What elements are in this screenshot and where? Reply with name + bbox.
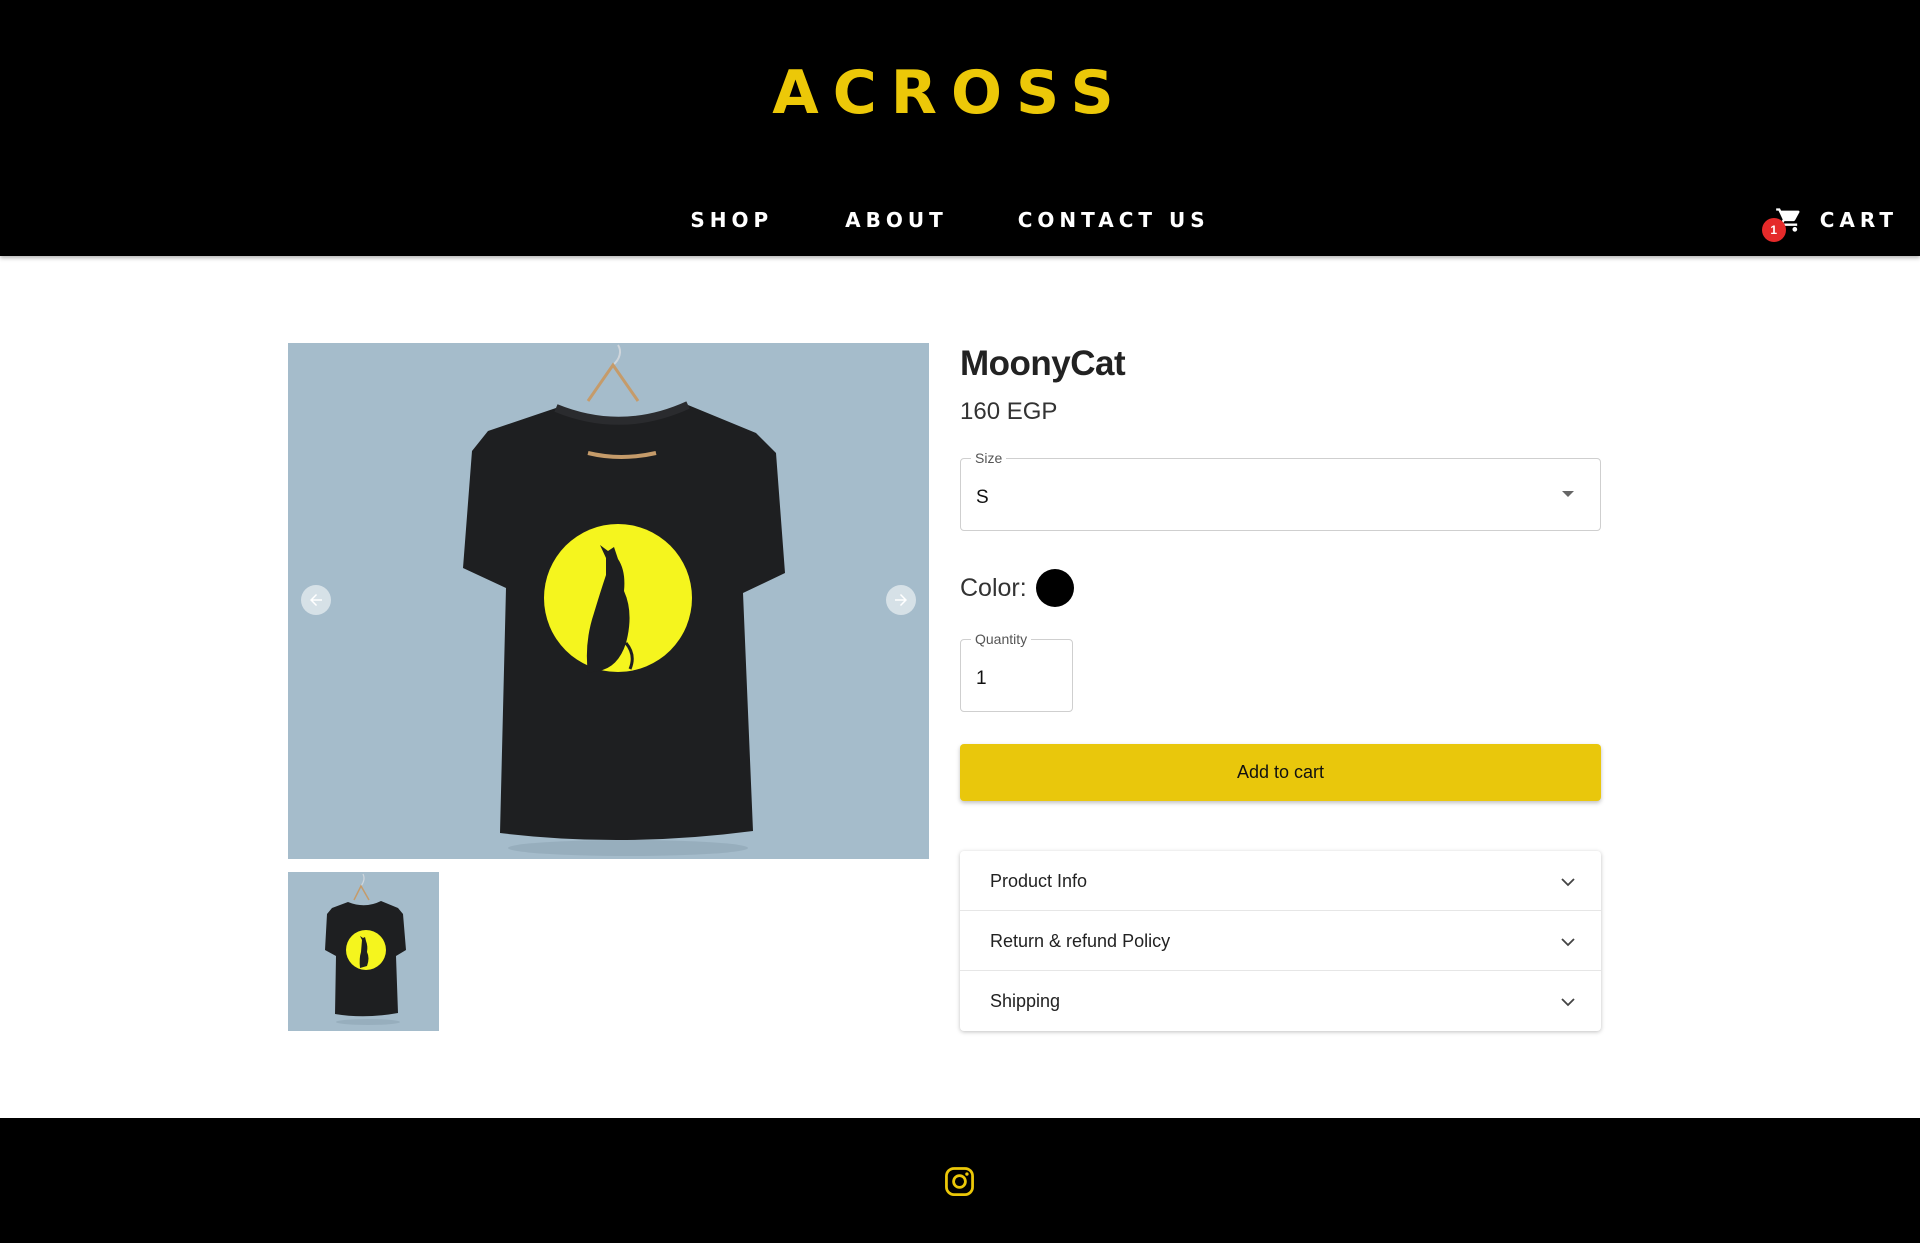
quantity-label: Quantity (971, 631, 1032, 647)
previous-image-button[interactable] (301, 585, 331, 615)
accordion-return-refund-policy[interactable]: Return & refund Policy (960, 911, 1601, 971)
product-title: MoonyCat (960, 344, 1126, 383)
accordion-label: Product Info (990, 871, 1088, 891)
cart-button[interactable]: 1 CART (1761, 206, 1898, 242)
tshirt-thumbnail-image (325, 873, 406, 1025)
next-image-button[interactable] (886, 585, 916, 615)
size-select[interactable]: Size S (960, 450, 1601, 531)
nav-link-about[interactable]: ABOUT (845, 208, 948, 232)
color-label: Color: (960, 574, 1027, 602)
nav-link-contact-us[interactable]: CONTACT US (1018, 208, 1210, 232)
accordion-shipping[interactable]: Shipping (960, 971, 1601, 1031)
chevron-down-icon (1561, 998, 1575, 1007)
size-label: Size (971, 450, 1007, 466)
product-info-accordion: Product Info Return & refund Policy Ship… (960, 851, 1601, 1031)
product-price: 160 EGP (960, 398, 1058, 425)
chevron-down-icon (1561, 878, 1575, 887)
add-to-cart-button[interactable]: Add to cart (960, 744, 1601, 801)
accordion-product-info[interactable]: Product Info (960, 851, 1601, 911)
chevron-down-icon (1561, 938, 1575, 947)
accordion-label: Return & refund Policy (990, 931, 1171, 951)
nav-link-shop[interactable]: SHOP (690, 208, 773, 232)
arrow-left-icon (310, 594, 322, 606)
tshirt-image (463, 344, 785, 856)
shopping-cart-icon: 1 (1761, 206, 1804, 242)
arrow-right-icon (895, 594, 907, 606)
size-selected-value: S (976, 487, 989, 508)
cart-count-badge: 1 (1761, 218, 1786, 242)
site-header: ACROSS SHOP ABOUT CONTACT US 1 CART (0, 0, 1920, 256)
color-swatch-black[interactable] (1036, 569, 1074, 607)
quantity-input[interactable]: Quantity 1 (960, 631, 1073, 712)
cart-label: CART (1819, 208, 1898, 232)
instagram-icon[interactable] (943, 1165, 976, 1198)
accordion-label: Shipping (990, 991, 1061, 1011)
site-footer (0, 1118, 1920, 1243)
quantity-value: 1 (976, 668, 987, 689)
brand-logo[interactable]: ACROSS (0, 58, 1900, 128)
product-main-image[interactable] (288, 343, 929, 859)
dropdown-caret-icon (1562, 491, 1574, 497)
product-thumbnail[interactable] (288, 872, 439, 1031)
main-nav: SHOP ABOUT CONTACT US (0, 208, 1900, 232)
